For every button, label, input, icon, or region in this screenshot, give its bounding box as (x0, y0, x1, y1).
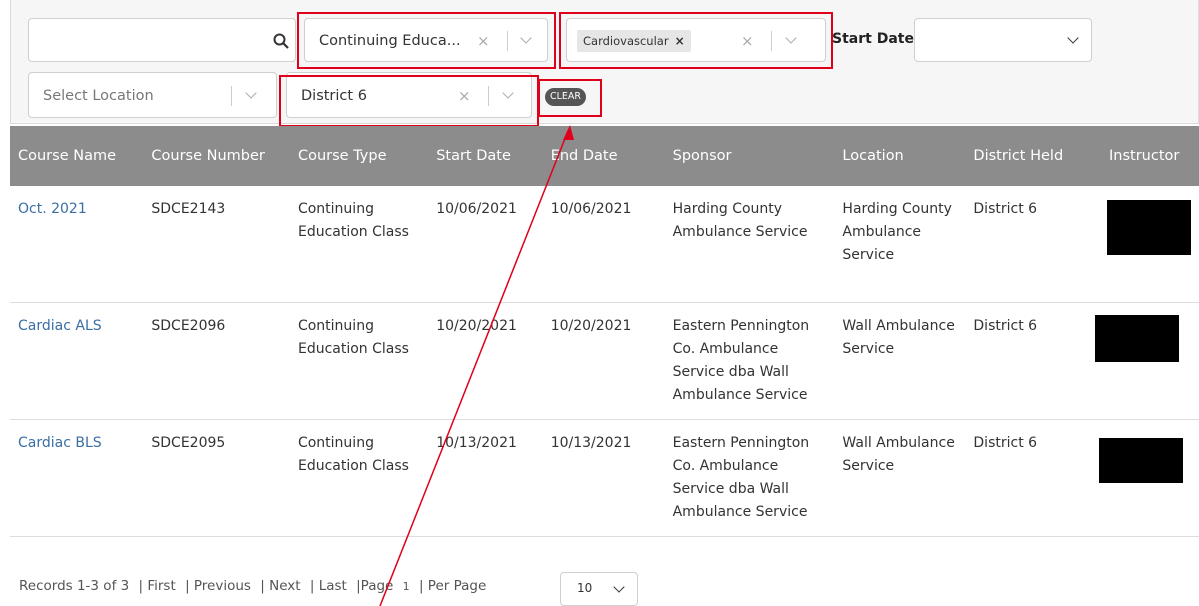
annotation-arrow (379, 125, 574, 606)
